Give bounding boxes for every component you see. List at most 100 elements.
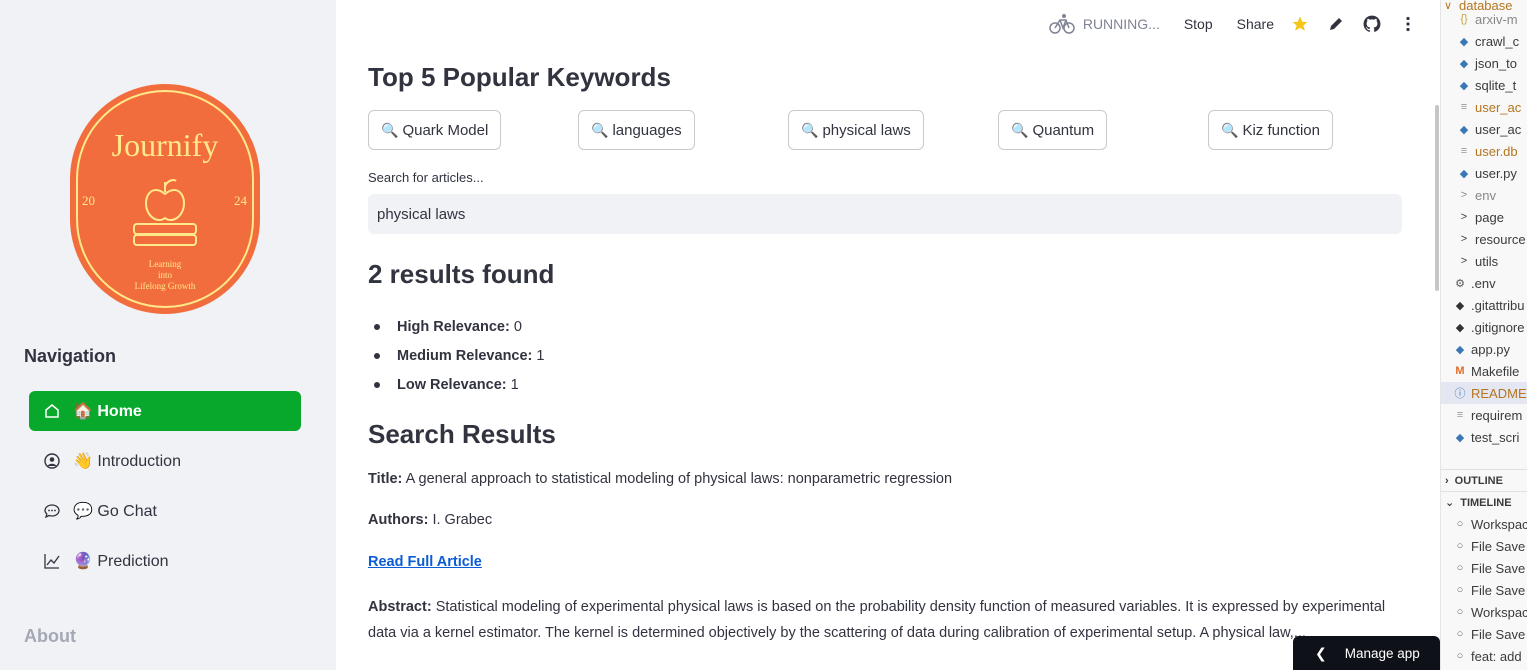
explorer-item[interactable]: > resource bbox=[1441, 228, 1527, 250]
explorer-item[interactable]: > env bbox=[1441, 184, 1527, 206]
nav-item-home[interactable]: 🏠 Home bbox=[29, 391, 301, 431]
about-heading: About bbox=[24, 626, 76, 646]
running-label: RUNNING... bbox=[1082, 16, 1160, 32]
nav-item-label: 🏠 Home bbox=[73, 403, 142, 420]
search-label: Search for articles... bbox=[368, 170, 484, 185]
list-item: Medium Relevance: 1 bbox=[368, 341, 544, 370]
nav-title: Navigation bbox=[24, 346, 117, 366]
nav-item-label: 💬 Go Chat bbox=[73, 503, 157, 520]
editor-explorer-panel: ∨ database {} arxiv-m ◆ crawl_c ◆ json_to ◆ s… bbox=[1440, 0, 1527, 670]
github-icon[interactable] bbox=[1362, 14, 1382, 34]
keyword-button[interactable]: 🔍 Quantum bbox=[998, 110, 1108, 150]
explorer-item[interactable]: ≡ user.db bbox=[1441, 140, 1527, 162]
explorer-item[interactable]: > utils bbox=[1441, 250, 1527, 272]
magnifier-icon: 🔍 bbox=[381, 121, 399, 138]
nav-item-introduction[interactable]: 👋 Introduction bbox=[29, 441, 301, 481]
magnifier-icon: 🔍 bbox=[591, 121, 609, 138]
outline-section[interactable]: › OUTLINE bbox=[1441, 469, 1527, 491]
explorer-item[interactable]: ◆ test_scri bbox=[1441, 426, 1527, 448]
relevance-list: High Relevance: 0 Medium Relevance: 1 Low … bbox=[368, 312, 544, 399]
results-count-heading: 2 results found bbox=[368, 259, 555, 289]
main-scrollbar[interactable] bbox=[1435, 105, 1439, 291]
keyword-button[interactable]: 🔍 languages bbox=[578, 110, 695, 150]
main-content: RUNNING... Stop Share Top 5 Popular Keyw… bbox=[336, 0, 1440, 670]
keywords-heading: Top 5 Popular Keywords bbox=[368, 62, 671, 92]
chevron-left-icon: ❮ bbox=[1315, 644, 1327, 661]
magnifier-icon: 🔍 bbox=[1011, 121, 1029, 138]
explorer-item[interactable]: > page bbox=[1441, 206, 1527, 228]
nav-item-go-chat[interactable]: 💬 Go Chat bbox=[29, 491, 301, 531]
timeline-item[interactable]: ○ File Save bbox=[1441, 623, 1527, 645]
explorer-item[interactable]: {} arxiv-m bbox=[1441, 8, 1527, 30]
running-status: RUNNING... bbox=[1049, 13, 1160, 35]
explorer-item[interactable]: ≡ user_ac bbox=[1441, 96, 1527, 118]
circle-icon: ○ bbox=[1456, 650, 1464, 662]
result-title: Title: A general approach to statistical… bbox=[368, 471, 953, 487]
keyword-button[interactable]: 🔍 Kiz function bbox=[1208, 110, 1333, 150]
explorer-item[interactable]: ⓘREADMEm bbox=[1441, 382, 1527, 404]
timeline-item[interactable]: ○ Workspac bbox=[1441, 513, 1527, 535]
explorer-item[interactable]: ◆ .gitattribu bbox=[1441, 294, 1527, 316]
keyword-button[interactable]: 🔍 Quark Model bbox=[368, 110, 502, 150]
star-icon[interactable] bbox=[1290, 14, 1310, 34]
circle-icon: ○ bbox=[1456, 606, 1464, 618]
app-root: Journify 20 24 Learning into Lifelong Gr… bbox=[0, 0, 1527, 670]
chevron-down-icon: ⌄ bbox=[1445, 497, 1455, 509]
read-full-article-link[interactable]: Read Full Article bbox=[368, 554, 482, 570]
circle-icon: ○ bbox=[1456, 628, 1464, 640]
share-button[interactable]: Share bbox=[1237, 16, 1274, 32]
user-circle-icon bbox=[43, 452, 61, 470]
circle-icon: ○ bbox=[1456, 584, 1464, 596]
svg-text:Lifelong Growth: Lifelong Growth bbox=[135, 281, 196, 291]
manage-app-button[interactable]: ❮ Manage app bbox=[1293, 636, 1440, 670]
circle-icon: ○ bbox=[1456, 518, 1464, 530]
nav-item-prediction[interactable]: 🔮 Prediction bbox=[29, 541, 301, 581]
sidebar: Journify 20 24 Learning into Lifelong Gr… bbox=[0, 0, 336, 670]
result-authors: Authors: I. Grabec bbox=[368, 512, 493, 528]
magnifier-icon: 🔍 bbox=[1221, 121, 1239, 138]
stop-button[interactable]: Stop bbox=[1184, 16, 1213, 32]
timeline-item[interactable]: ○ File Save bbox=[1441, 557, 1527, 579]
explorer-item[interactable]: ◆ sqlite_t bbox=[1441, 74, 1527, 96]
explorer-item[interactable]: ⚙ .env bbox=[1441, 272, 1527, 294]
edit-pencil-icon[interactable] bbox=[1326, 14, 1346, 34]
nav-item-label: 🔮 Prediction bbox=[73, 553, 169, 570]
search-input[interactable] bbox=[368, 194, 1402, 234]
timeline-section[interactable]: ⌄ TIMELINE bbox=[1441, 491, 1527, 513]
explorer-item[interactable]: ◆ crawl_c bbox=[1441, 30, 1527, 52]
search-results-heading: Search Results bbox=[368, 419, 556, 449]
list-item: High Relevance: 0 bbox=[368, 312, 544, 341]
explorer-item[interactable]: ◆ json_to bbox=[1441, 52, 1527, 74]
keyword-buttons: 🔍 Quark Model 🔍 languages 🔍 physical laws 🔍… bbox=[368, 110, 1408, 150]
timeline-item[interactable]: ○ File Save bbox=[1441, 579, 1527, 601]
journify-logo: Journify 20 24 Learning into Lifelong Gr… bbox=[70, 84, 260, 314]
chevron-right-icon: › bbox=[1445, 474, 1449, 487]
magnifier-icon: 🔍 bbox=[801, 121, 819, 138]
svg-text:20: 20 bbox=[82, 193, 95, 208]
chart-line-icon bbox=[43, 552, 61, 570]
home-icon bbox=[43, 402, 61, 420]
more-vertical-icon[interactable] bbox=[1398, 14, 1418, 34]
top-toolbar: RUNNING... Stop Share bbox=[1049, 10, 1418, 38]
svg-text:Journify: Journify bbox=[112, 127, 219, 163]
explorer-item[interactable]: ◆ user_ac bbox=[1441, 118, 1527, 140]
svg-text:into: into bbox=[158, 270, 173, 280]
svg-text:Learning: Learning bbox=[149, 259, 182, 269]
explorer-item[interactable]: ◆ .gitignore bbox=[1441, 316, 1527, 338]
explorer-item[interactable]: ◆ user.py bbox=[1441, 162, 1527, 184]
result-abstract: Abstract: Statistical modeling of experi… bbox=[368, 599, 1386, 641]
nav-item-label: 👋 Introduction bbox=[73, 453, 181, 470]
list-item: Low Relevance: 1 bbox=[368, 370, 544, 399]
svg-text:24: 24 bbox=[234, 193, 248, 208]
circle-icon: ○ bbox=[1456, 540, 1464, 552]
timeline-item[interactable]: ○ feat: add bbox=[1441, 645, 1527, 667]
explorer-item[interactable]: M Makefile bbox=[1441, 360, 1527, 382]
timeline-item[interactable]: ○ File Save bbox=[1441, 535, 1527, 557]
explorer-item[interactable]: ◆ app.py bbox=[1441, 338, 1527, 360]
circle-icon: ○ bbox=[1456, 562, 1464, 574]
bicycle-icon bbox=[1049, 14, 1075, 34]
keyword-button[interactable]: 🔍 physical laws bbox=[788, 110, 924, 150]
explorer-item[interactable]: ≡ requirem bbox=[1441, 404, 1527, 426]
chat-icon bbox=[43, 502, 61, 520]
timeline-item[interactable]: ○ Workspac bbox=[1441, 601, 1527, 623]
